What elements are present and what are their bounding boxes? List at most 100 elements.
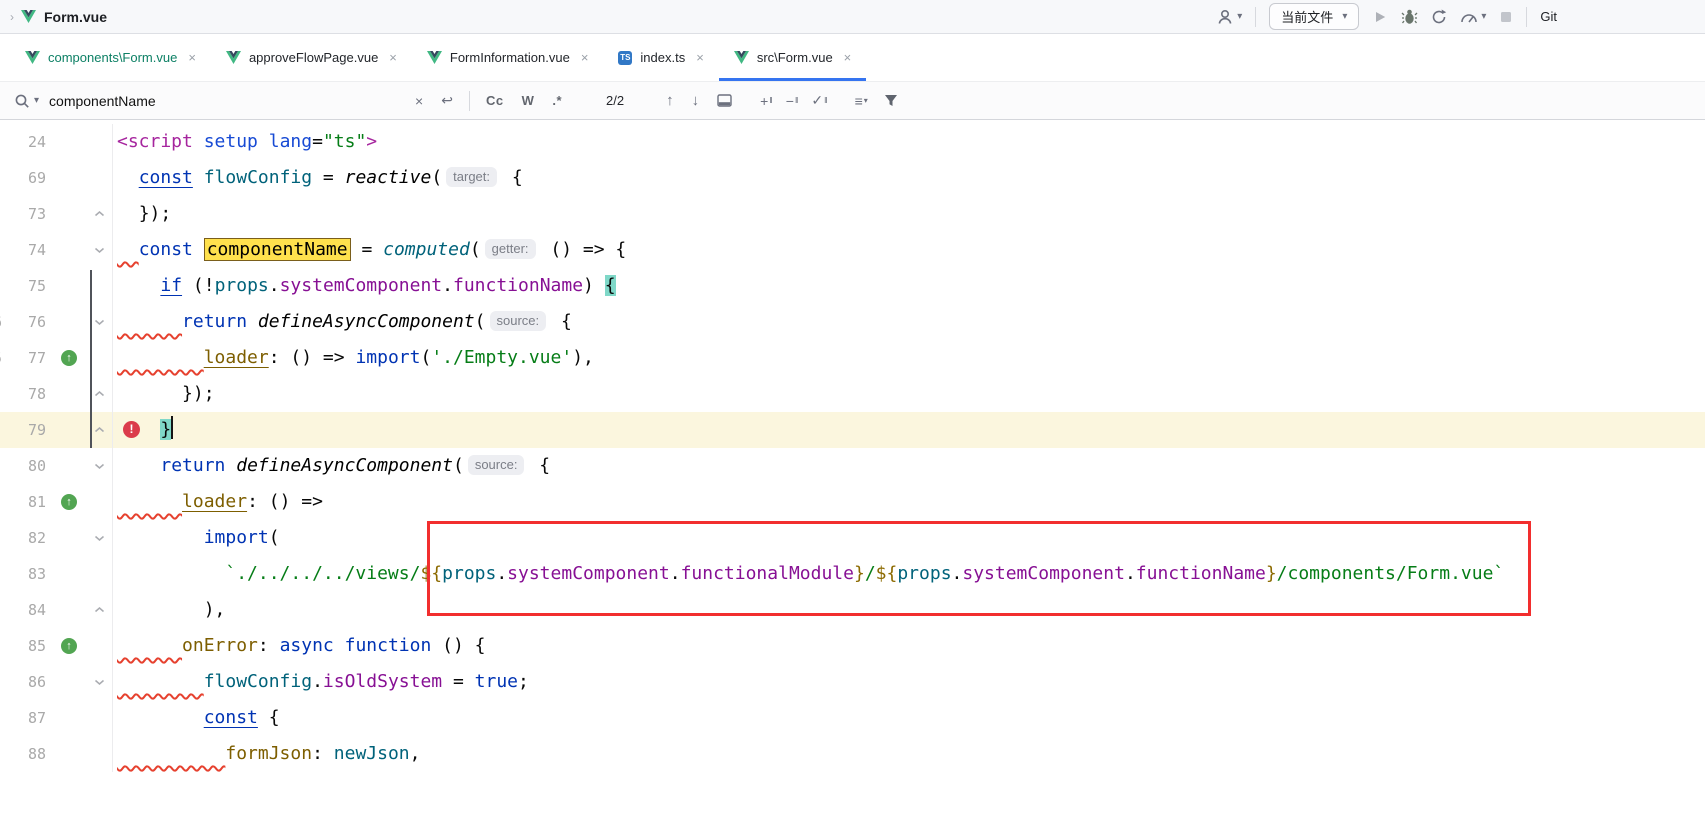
tab-close-icon[interactable]: ×	[188, 50, 196, 65]
editor-row[interactable]: 676 return defineAsyncComponent(source: …	[0, 304, 1705, 340]
line-number[interactable]: 86	[0, 664, 46, 700]
editor-tab[interactable]: approveFlowPage.vue×	[211, 34, 412, 81]
tab-close-icon[interactable]: ×	[696, 50, 704, 65]
search-query[interactable]: componentName	[49, 93, 415, 109]
line-number[interactable]: 84	[0, 592, 46, 628]
code-line[interactable]: ! }	[112, 412, 1705, 448]
regex-toggle[interactable]: .*	[552, 93, 562, 108]
tab-close-icon[interactable]: ×	[581, 50, 589, 65]
fold-marker-icon[interactable]	[94, 678, 105, 686]
search-icon[interactable]	[14, 93, 30, 109]
code-line[interactable]: formJson: newJson,	[112, 736, 1705, 772]
editor-row[interactable]: 82 import(	[0, 520, 1705, 556]
line-number[interactable]: 88	[0, 736, 46, 772]
editor-row[interactable]: 80 return defineAsyncComponent(source: {	[0, 448, 1705, 484]
override-marker-icon[interactable]: ↑	[61, 494, 77, 510]
previous-match-button[interactable]: ↑	[666, 92, 674, 109]
line-number[interactable]: 79	[0, 412, 46, 448]
editor-row[interactable]: 74 const componentName = computed(getter…	[0, 232, 1705, 268]
editor-row[interactable]: 79 ! }	[0, 412, 1705, 448]
line-number[interactable]: 77	[0, 340, 46, 376]
line-number[interactable]: 76	[0, 304, 46, 340]
editor-tab[interactable]: TSindex.ts×	[603, 34, 718, 81]
override-marker-icon[interactable]: ↑	[61, 638, 77, 654]
editor-row[interactable]: 75 if (!props.systemComponent.functionNa…	[0, 268, 1705, 304]
code-line[interactable]: const {	[112, 700, 1705, 736]
code-line[interactable]: if (!props.systemComponent.functionName)…	[112, 268, 1705, 304]
code-line[interactable]: return defineAsyncComponent(source: {	[112, 448, 1705, 484]
line-number[interactable]: 87	[0, 700, 46, 736]
editor-row[interactable]: 24<script setup lang="ts">	[0, 124, 1705, 160]
fold-marker-icon[interactable]	[94, 318, 105, 326]
line-number[interactable]: 82	[0, 520, 46, 556]
line-number[interactable]: 81	[0, 484, 46, 520]
code-line[interactable]: return defineAsyncComponent(source: {	[112, 304, 1705, 340]
rerun-icon[interactable]	[1431, 9, 1447, 25]
line-number[interactable]: 85	[0, 628, 46, 664]
line-number[interactable]: 80	[0, 448, 46, 484]
code-line[interactable]: ),	[112, 592, 1705, 628]
line-number[interactable]: 75	[0, 268, 46, 304]
stop-button[interactable]	[1499, 10, 1513, 24]
code-with-me-users-button[interactable]: ▾	[1216, 8, 1242, 26]
search-history-chevron-icon[interactable]: ▾	[34, 95, 39, 106]
profiler-button[interactable]: ▾	[1460, 9, 1486, 24]
line-number[interactable]: 78	[0, 376, 46, 412]
filter-icon[interactable]	[884, 94, 898, 107]
newline-icon[interactable]: ↩	[441, 92, 453, 109]
code-line[interactable]: });	[112, 376, 1705, 412]
search-settings-icon[interactable]: ≡▾	[855, 93, 868, 109]
fold-marker-icon[interactable]	[94, 210, 105, 218]
line-number[interactable]: 69	[0, 160, 46, 196]
code-line[interactable]: const componentName = computed(getter: (…	[112, 232, 1705, 268]
editor-tab[interactable]: src\Form.vue×	[719, 34, 866, 81]
run-configuration-selector[interactable]: 当前文件 ▾	[1269, 3, 1359, 30]
line-number[interactable]: 83	[0, 556, 46, 592]
editor-row[interactable]: 88 formJson: newJson,	[0, 736, 1705, 772]
editor-row[interactable]: 84 ),	[0, 592, 1705, 628]
debug-button[interactable]	[1401, 8, 1418, 25]
code-line[interactable]: <script setup lang="ts">	[112, 124, 1705, 160]
find-remove-selection-icon[interactable]: −II	[786, 93, 798, 109]
editor-row[interactable]: 83 `./../../../views/${props.systemCompo…	[0, 556, 1705, 592]
editor-row[interactable]: 73 });	[0, 196, 1705, 232]
line-number[interactable]: 73	[0, 196, 46, 232]
code-line[interactable]: });	[112, 196, 1705, 232]
code-line[interactable]: flowConfig.isOldSystem = true;	[112, 664, 1705, 700]
match-case-toggle[interactable]: Cc	[486, 93, 504, 108]
tab-close-icon[interactable]: ×	[844, 50, 852, 65]
line-number[interactable]: 74	[0, 232, 46, 268]
editor-row[interactable]: 81 ↑ loader: () =>	[0, 484, 1705, 520]
code-line[interactable]: loader: () => import('./Empty.vue'),	[112, 340, 1705, 376]
open-in-tool-window-icon[interactable]	[717, 94, 732, 107]
clear-search-icon[interactable]: ×	[415, 93, 423, 109]
git-menu[interactable]: Git	[1540, 9, 1557, 24]
code-line[interactable]: import(	[112, 520, 1705, 556]
editor-tab[interactable]: components\Form.vue×	[10, 34, 211, 81]
override-marker-icon[interactable]: ↑	[61, 350, 77, 366]
code-line[interactable]: loader: () =>	[112, 484, 1705, 520]
code-line[interactable]: onError: async function () {	[112, 628, 1705, 664]
code-line[interactable]: `./../../../views/${props.systemComponen…	[112, 556, 1705, 592]
editor-tab[interactable]: FormInformation.vue×	[412, 34, 604, 81]
editor-row[interactable]: 85 ↑ onError: async function () {	[0, 628, 1705, 664]
editor-row[interactable]: 86 flowConfig.isOldSystem = true;	[0, 664, 1705, 700]
editor-row[interactable]: 577↑ loader: () => import('./Empty.vue')…	[0, 340, 1705, 376]
tab-close-icon[interactable]: ×	[389, 50, 397, 65]
fold-marker-icon[interactable]	[94, 390, 105, 398]
find-add-selection-icon[interactable]: +II	[760, 93, 772, 109]
fold-marker-icon[interactable]	[94, 426, 105, 434]
code-editor[interactable]: 24<script setup lang="ts">69 const flowC…	[0, 120, 1705, 820]
next-match-button[interactable]: ↓	[692, 92, 700, 109]
editor-row[interactable]: 69 const flowConfig = reactive(target: {	[0, 160, 1705, 196]
run-button[interactable]	[1372, 9, 1388, 25]
fold-marker-icon[interactable]	[94, 462, 105, 470]
fold-marker-icon[interactable]	[94, 534, 105, 542]
fold-marker-icon[interactable]	[94, 606, 105, 614]
fold-marker-icon[interactable]	[94, 246, 105, 254]
find-select-all-icon[interactable]: ✓II	[811, 92, 826, 109]
whole-words-toggle[interactable]: W	[522, 93, 535, 108]
editor-row[interactable]: 78 });	[0, 376, 1705, 412]
error-icon[interactable]: !	[123, 421, 140, 438]
editor-row[interactable]: 87 const {	[0, 700, 1705, 736]
